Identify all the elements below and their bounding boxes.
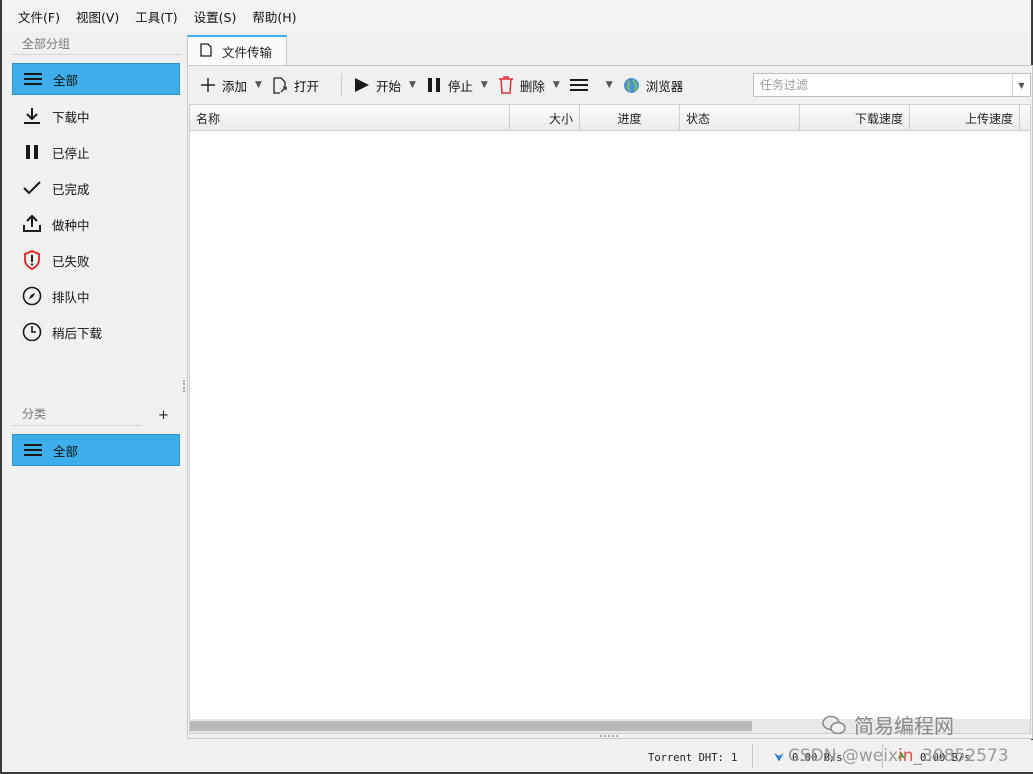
add-dropdown-caret[interactable]: ▼ [255,80,262,90]
check-icon [12,181,52,195]
browser-label: 浏览器 [645,78,684,94]
stop-dropdown-caret[interactable]: ▼ [481,80,488,90]
add-label: 添加 [222,78,248,94]
column-name[interactable]: 名称 [190,105,510,131]
task-table[interactable]: 名称 大小 进度 状态 下载速度 上传速度 [189,104,1031,734]
sidebar-item-downloading[interactable]: 下载中 [12,100,180,132]
more-dropdown-caret[interactable]: ▼ [606,80,613,90]
delete-dropdown-caret[interactable]: ▼ [553,80,560,90]
sidebar-item-seeding[interactable]: 做种中 [12,208,180,240]
csdn-mid: in [898,746,914,766]
globe-icon [623,77,640,94]
scrollbar-thumb[interactable] [190,721,752,731]
pause-icon [426,77,442,93]
table-header: 名称 大小 进度 状态 下载速度 上传速度 [190,105,1030,131]
trash-icon [498,76,514,94]
shield-alert-icon [12,250,52,270]
groups-title: 全部分组 [22,37,71,51]
dht-label: Torrent DHT: [648,752,724,764]
list-icon [13,72,53,86]
delete-label: 删除 [519,78,545,94]
plus-icon [200,77,216,93]
dht-count: 1 [731,752,738,764]
play-icon [354,77,370,93]
sidebar: 全部分组 全部 下载中 已停止 已完成 做种中 已失败 排队中 稍后下载 分类 … [10,32,184,742]
sidebar-item-label: 全部 [53,72,79,88]
download-speed-icon: ⮟ [774,750,785,764]
wechat-icon [822,715,846,734]
categories-divider [12,425,142,426]
column-progress[interactable]: 进度 [580,105,680,131]
task-filter-input[interactable] [754,74,1012,96]
sidebar-item-label: 排队中 [52,289,90,305]
menu-settings[interactable]: 设置(S) [194,7,237,26]
browser-button[interactable]: 浏览器 [623,72,684,98]
sidebar-item-stopped[interactable]: 已停止 [12,136,180,168]
add-category-button[interactable]: + [158,408,169,423]
main-panel: 添加 ▼ 打开 开始 ▼ 停止 ▼ 删除 ▼ ▼ 浏览器 任务过滤 ▼ 名称 大… [187,65,1033,739]
sidebar-item-label: 已完成 [52,181,90,197]
menu-help[interactable]: 帮助(H) [252,7,296,26]
toolbar-separator [340,74,342,96]
sidebar-item-all[interactable]: 全部 [12,63,180,95]
column-status[interactable]: 状态 [680,105,800,131]
menu-view[interactable]: 视图(V) [76,7,119,26]
upload-icon [12,215,52,233]
status-separator [752,744,753,768]
stop-label: 停止 [447,78,473,94]
column-upload-speed[interactable]: 上传速度 [910,105,1020,131]
sidebar-splitter[interactable] [183,380,185,392]
category-item-label: 全部 [53,443,79,459]
document-icon [200,43,212,60]
list-icon [13,443,53,457]
sidebar-item-label: 已停止 [52,145,90,161]
add-button[interactable]: 添加 [200,72,247,98]
delete-button[interactable]: 删除 [498,72,545,98]
sidebar-item-failed[interactable]: 已失败 [12,244,180,276]
stop-button[interactable]: 停止 [426,72,473,98]
pause-icon [12,144,52,160]
task-filter[interactable]: ▼ [753,73,1031,97]
menu-tools[interactable]: 工具(T) [135,7,177,26]
csdn-prefix: CSDN @weix [788,746,899,766]
menu-file[interactable]: 文件(F) [18,7,60,26]
csdn-suffix: _30852573 [913,746,1009,766]
chevron-down-icon[interactable]: ▼ [1012,74,1030,96]
watermark-logo: 简易编程网 [822,710,954,739]
resize-grip[interactable] [600,735,618,737]
start-label: 开始 [375,78,401,94]
sidebar-item-later[interactable]: 稍后下载 [12,316,180,348]
sidebar-item-label: 下载中 [52,109,90,125]
category-item-all[interactable]: 全部 [12,434,180,466]
column-size[interactable]: 大小 [510,105,580,131]
watermark-text: 简易编程网 [854,714,954,738]
sidebar-item-label: 已失败 [52,253,90,269]
open-label: 打开 [293,78,319,94]
hamburger-icon [569,78,588,92]
more-menu-button[interactable] [569,72,594,98]
app-window: 文件(F) 视图(V) 工具(T) 设置(S) 帮助(H) 全部分组 全部 下载… [0,0,1033,774]
categories-title: 分类 [22,407,47,421]
compass-icon [12,286,52,306]
clock-icon [12,322,52,342]
download-icon [12,107,52,125]
tab-label: 文件传输 [222,45,273,60]
open-file-icon [272,76,288,94]
sidebar-item-label: 做种中 [52,217,90,233]
menu-bar: 文件(F) 视图(V) 工具(T) 设置(S) 帮助(H) [2,0,1031,32]
sidebar-item-completed[interactable]: 已完成 [12,172,180,204]
csdn-watermark: CSDN @weixin_30852573 [788,746,1009,766]
open-button[interactable]: 打开 [272,72,319,98]
column-download-speed[interactable]: 下载速度 [800,105,910,131]
start-dropdown-caret[interactable]: ▼ [409,80,416,90]
tab-file-transfer[interactable]: 文件传输 [187,35,287,66]
start-button[interactable]: 开始 [354,72,401,98]
sidebar-item-queued[interactable]: 排队中 [12,280,180,312]
groups-divider [12,54,182,55]
sidebar-item-label: 稍后下载 [52,325,103,341]
